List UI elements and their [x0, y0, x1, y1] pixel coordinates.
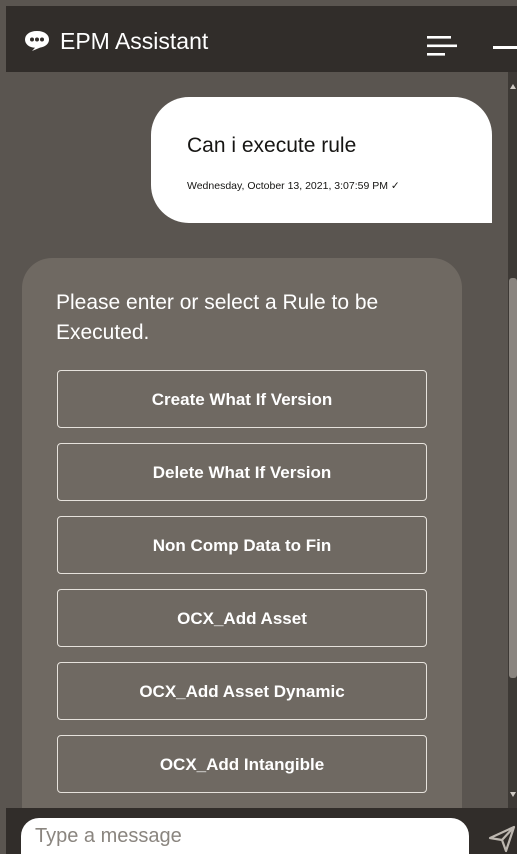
scroll-up-arrow-icon[interactable] — [510, 84, 516, 89]
send-icon[interactable] — [487, 824, 517, 854]
rule-option-button[interactable]: OCX_Add Asset Dynamic — [57, 662, 427, 720]
scrollbar-thumb[interactable] — [509, 278, 517, 678]
chat-bubble-icon — [25, 31, 49, 51]
rule-option-button[interactable]: OCX_Add Intangible — [57, 735, 427, 793]
user-message-text: Can i execute rule — [187, 134, 357, 157]
rule-option-button[interactable]: Create What If Version — [57, 370, 427, 428]
rule-option-button[interactable]: Delete What If Version — [57, 443, 427, 501]
user-message-timestamp: Wednesday, October 13, 2021, 3:07:59 PM … — [187, 180, 400, 192]
menu-icon[interactable] — [427, 36, 457, 56]
chat-header: EPM Assistant — [6, 6, 517, 72]
minimize-icon[interactable] — [493, 46, 517, 49]
rule-option-button[interactable]: Non Comp Data to Fin — [57, 516, 427, 574]
rule-option-button[interactable]: OCX_Add Asset — [57, 589, 427, 647]
bot-message-bubble: Please enter or select a Rule to be Exec… — [22, 258, 462, 808]
bot-message-text: Please enter or select a Rule to be Exec… — [56, 291, 379, 344]
conversation-pane[interactable]: Can i execute rule Wednesday, October 13… — [6, 72, 508, 808]
message-footer — [6, 808, 517, 854]
chat-window: EPM Assistant Can i execute rule Wednesd… — [0, 0, 517, 854]
user-message-bubble: Can i execute rule Wednesday, October 13… — [151, 97, 492, 223]
message-input[interactable] — [21, 818, 469, 854]
header-title: EPM Assistant — [60, 28, 209, 54]
scroll-down-arrow-icon[interactable] — [510, 792, 516, 797]
